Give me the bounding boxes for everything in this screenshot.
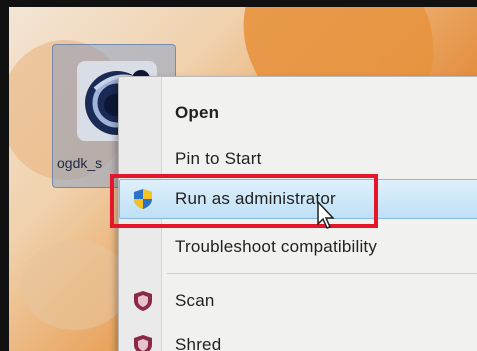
screen-bezel-top [0,0,477,7]
desktop-icon-label: ogdk_s [57,155,103,171]
menu-item-scan[interactable]: Scan [175,291,215,311]
menu-separator [167,273,477,274]
antivirus-shield-icon [134,291,152,311]
annotation-highlight-box [110,174,378,228]
screen-photo: ogdk_s Open Pin to Start Run as administ… [0,0,477,351]
menu-item-pin-to-start[interactable]: Pin to Start [175,149,262,169]
screen-bezel-left [0,0,9,351]
antivirus-shield-icon [134,335,152,351]
menu-item-troubleshoot-compatibility[interactable]: Troubleshoot compatibility [175,237,377,257]
menu-item-shred[interactable]: Shred [175,335,221,351]
wallpaper-shape [20,240,130,330]
mouse-cursor-icon [317,200,335,229]
menu-item-open[interactable]: Open [175,103,219,123]
